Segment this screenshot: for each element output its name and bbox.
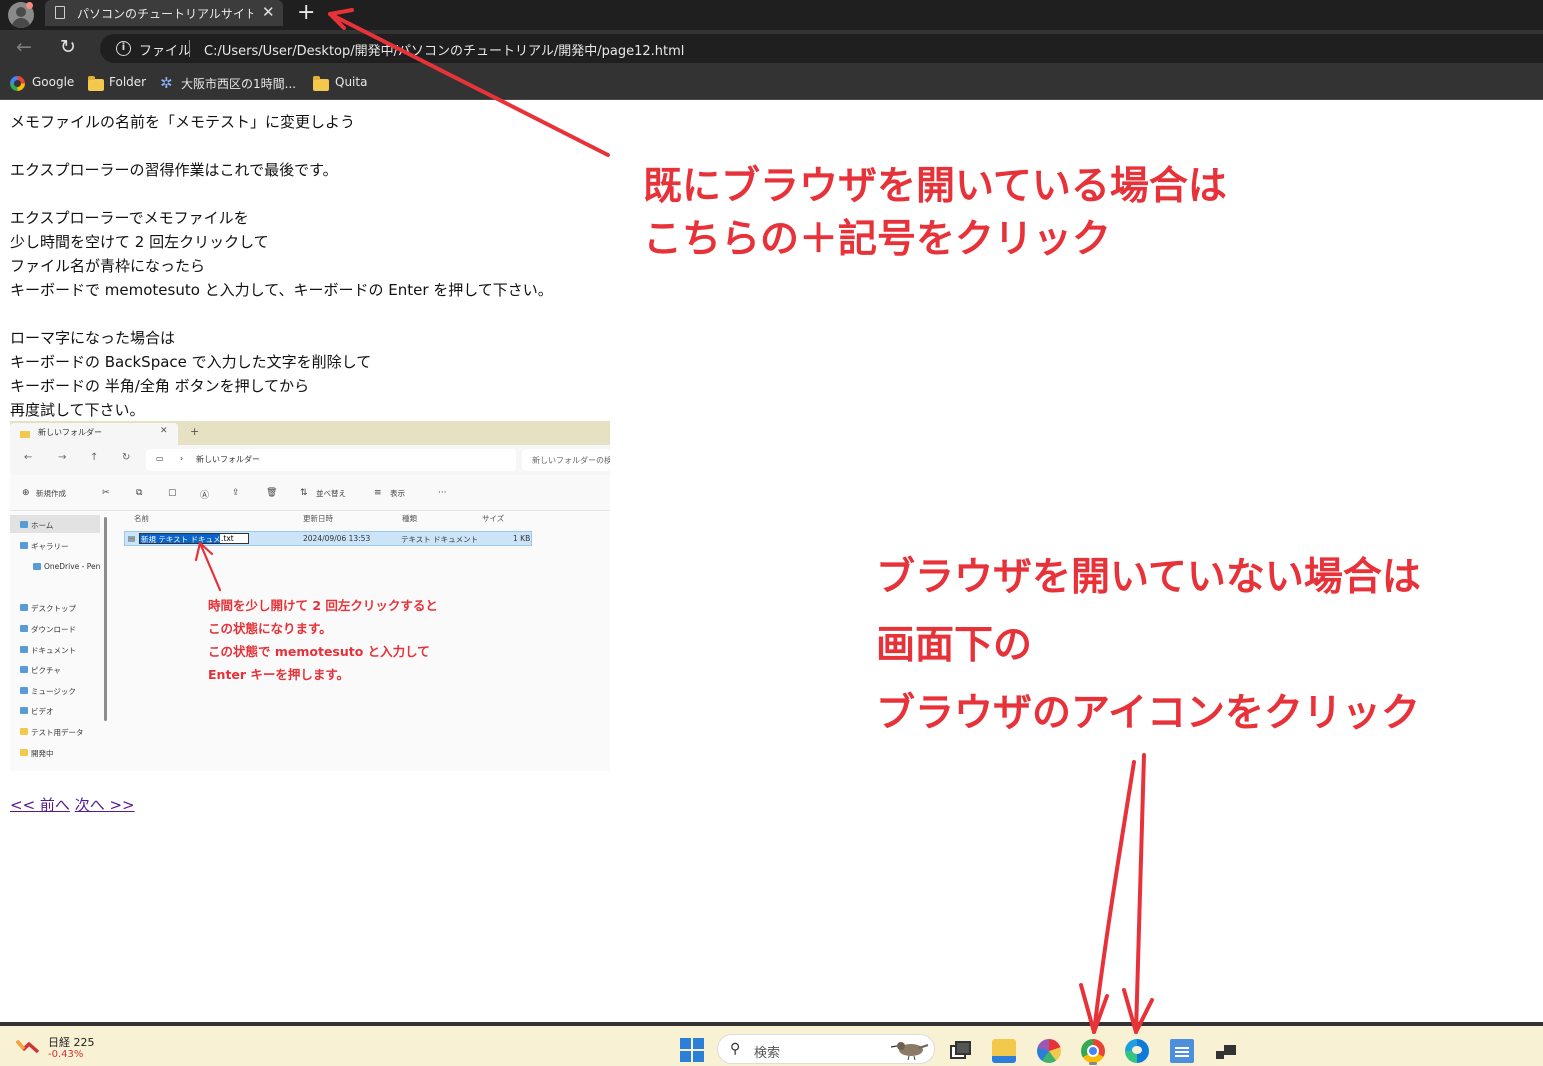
browser-tab[interactable]: パソコンのチュートリアルサイト | Gifted ✕ [45,0,283,26]
new-tab-button[interactable]: + [297,0,315,26]
chrome-icon[interactable] [1081,1039,1105,1063]
google-icon [10,76,25,91]
page-text: キーボードで memotesuto と入力して、キーボードの Enter を押し… [10,281,553,299]
annotation-line: ブラウザのアイコンをクリック [876,691,1421,736]
paint-icon[interactable] [1037,1039,1061,1063]
info-icon[interactable]: i [116,41,131,56]
annotation-top: 既にブラウザを開いている場合は こちらの＋記号をクリック [643,160,1227,266]
task-view-icon[interactable] [948,1039,972,1063]
edge-icon[interactable] [1125,1039,1149,1063]
bookmarks-bar: Google Folder ✲ 大阪市西区の1時間... Quita [0,66,1543,100]
stock-change: -0.43% [48,1049,84,1060]
annotation-line: ブラウザを開いていない場合は [876,555,1421,600]
back-arrow-icon[interactable]: ← [16,36,32,58]
explorer-note-line: Enter キーを押します。 [208,667,350,682]
reload-icon[interactable]: ↻ [60,36,76,58]
page-text: エクスプローラーでメモファイルを [10,209,249,227]
pager: << 前へ 次へ >> [10,794,135,815]
profile-badge-icon [26,2,33,9]
browser-titlebar: パソコンのチュートリアルサイト | Gifted ✕ + [0,0,1543,30]
annotation-line: 画面下の [876,623,1033,668]
explorer-note-line: この状態になります。 [208,621,332,636]
bookmark-site-icon: ✲ [160,74,173,92]
stock-name[interactable]: 日経 225 [48,1034,95,1050]
page-text: キーボードの 半角/全角 ボタンを押してから [10,377,310,395]
folder-icon [313,76,329,91]
prev-link[interactable]: << 前へ [10,796,70,814]
annotation-bottom: ブラウザを開いていない場合は 画面下の ブラウザのアイコンをクリック [876,544,1421,748]
bookmark-quita[interactable]: Quita [335,75,367,89]
annotation-line: 既にブラウザを開いている場合は [643,164,1227,209]
taskbar: 日経 225 -0.43% ⚲ 検索 [0,1026,1543,1066]
running-indicator [1089,1062,1097,1065]
taskbar-search-label: 検索 [754,1046,781,1061]
app-icon[interactable] [1214,1039,1238,1063]
page-text: 再度試して下さい。 [10,401,145,419]
explorer-note-line: この状態で memotesuto と入力して [208,644,430,659]
explorer-note: 時間を少し開けて 2 回左クリックすると この状態になります。 この状態で me… [208,594,438,686]
browser-navbar: ← ↻ i ファイル C:/Users/User/Desktop/開発中/パソコ… [0,30,1543,66]
search-icon: ⚲ [730,1041,741,1057]
screen: パソコンのチュートリアルサイト | Gifted ✕ + ← ↻ i ファイル … [0,0,1543,1066]
tab-title: パソコンのチュートリアルサイト | Gifted [77,7,253,21]
file-explorer-icon[interactable] [992,1039,1016,1063]
page-text: キーボードの BackSpace で入力した文字を削除して [10,353,372,371]
bookmark-folder[interactable]: Folder [109,75,146,89]
page-heading: メモファイルの名前を「メモテスト」に変更しよう [10,113,356,131]
address-scheme: ファイル [139,44,192,59]
stock-widget-icon[interactable] [16,1038,40,1054]
tab-close-icon[interactable]: ✕ [262,3,275,21]
next-link[interactable]: 次へ >> [75,796,135,814]
address-divider [189,40,190,57]
page-content: メモファイルの名前を「メモテスト」に変更しよう エクスプローラーの習得作業はこれ… [10,110,610,422]
notepad-icon[interactable] [1170,1039,1194,1063]
search-highlight-bird-icon [891,1042,929,1060]
page-text: ファイル名が青枠になったら [10,257,206,275]
page-text: エクスプローラーの習得作業はこれで最後です。 [10,161,338,179]
bookmark-osaka[interactable]: 大阪市西区の1時間... [181,75,296,92]
start-icon[interactable] [680,1038,704,1062]
address-bar[interactable]: i ファイル C:/Users/User/Desktop/開発中/パソコンのチュ… [100,34,1543,63]
annotation-line: こちらの＋記号をクリック [643,217,1112,262]
explorer-screenshot-image: 新しいフォルダー ✕ + ← → ↑ ↻ ▭ › 新しいフォルダー 新しいフォル… [10,421,610,771]
page-file-icon [55,6,65,19]
bookmark-google[interactable]: Google [32,75,74,89]
page-text: ローマ字になった場合は [10,329,176,347]
folder-icon [88,76,104,91]
taskbar-search[interactable]: ⚲ 検索 [717,1034,935,1064]
address-url[interactable]: C:/Users/User/Desktop/開発中/パソコンのチュートリアル/開… [204,40,684,59]
explorer-note-line: 時間を少し開けて 2 回左クリックすると [208,598,438,613]
page-text: 少し時間を空けて 2 回左クリックして [10,233,269,251]
